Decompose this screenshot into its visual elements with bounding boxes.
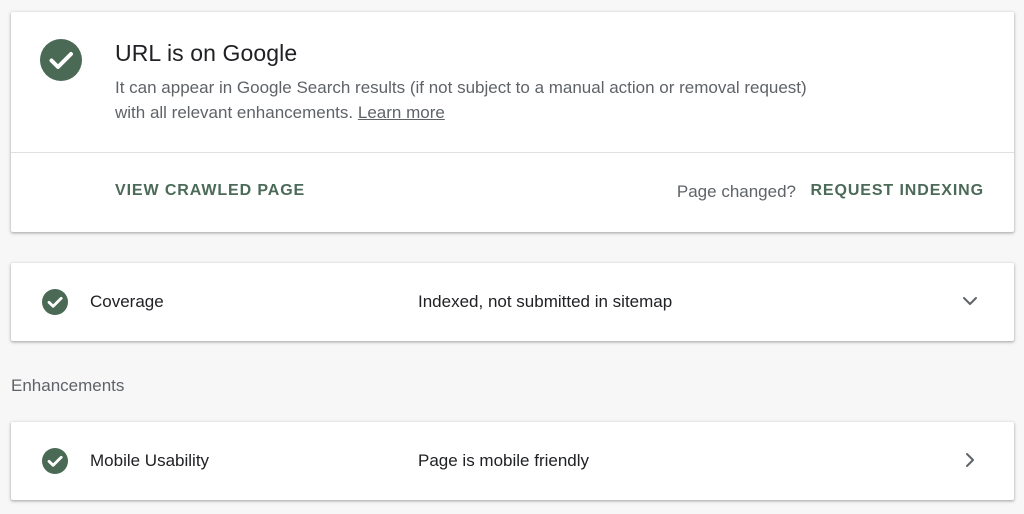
coverage-row[interactable]: Coverage Indexed, not submitted in sitem…: [11, 263, 1014, 341]
learn-more-link[interactable]: Learn more: [358, 103, 445, 122]
status-title: URL is on Google: [115, 40, 298, 66]
check-circle-icon: [40, 39, 82, 81]
request-indexing-button[interactable]: REQUEST INDEXING: [810, 182, 984, 200]
enhancements-heading: Enhancements: [11, 376, 125, 395]
status-description-text: It can appear in Google Search results (…: [115, 78, 807, 122]
coverage-value: Indexed, not submitted in sitemap: [418, 292, 673, 311]
coverage-label: Coverage: [90, 292, 164, 311]
mobile-usability-label: Mobile Usability: [90, 451, 210, 470]
index-status-card: URL is on Google It can appear in Google…: [11, 12, 1014, 232]
chevron-right-icon[interactable]: [960, 450, 980, 470]
view-crawled-page-button[interactable]: VIEW CRAWLED PAGE: [115, 182, 305, 200]
status-description: It can appear in Google Search results (…: [115, 75, 815, 125]
check-circle-icon: [42, 289, 68, 315]
check-circle-icon: [42, 448, 68, 474]
mobile-usability-row[interactable]: Mobile Usability Page is mobile friendly: [11, 422, 1014, 500]
page-changed-text: Page changed?: [676, 182, 796, 201]
card-divider: [11, 152, 1014, 153]
mobile-usability-value: Page is mobile friendly: [418, 451, 590, 470]
chevron-down-icon[interactable]: [960, 291, 980, 311]
